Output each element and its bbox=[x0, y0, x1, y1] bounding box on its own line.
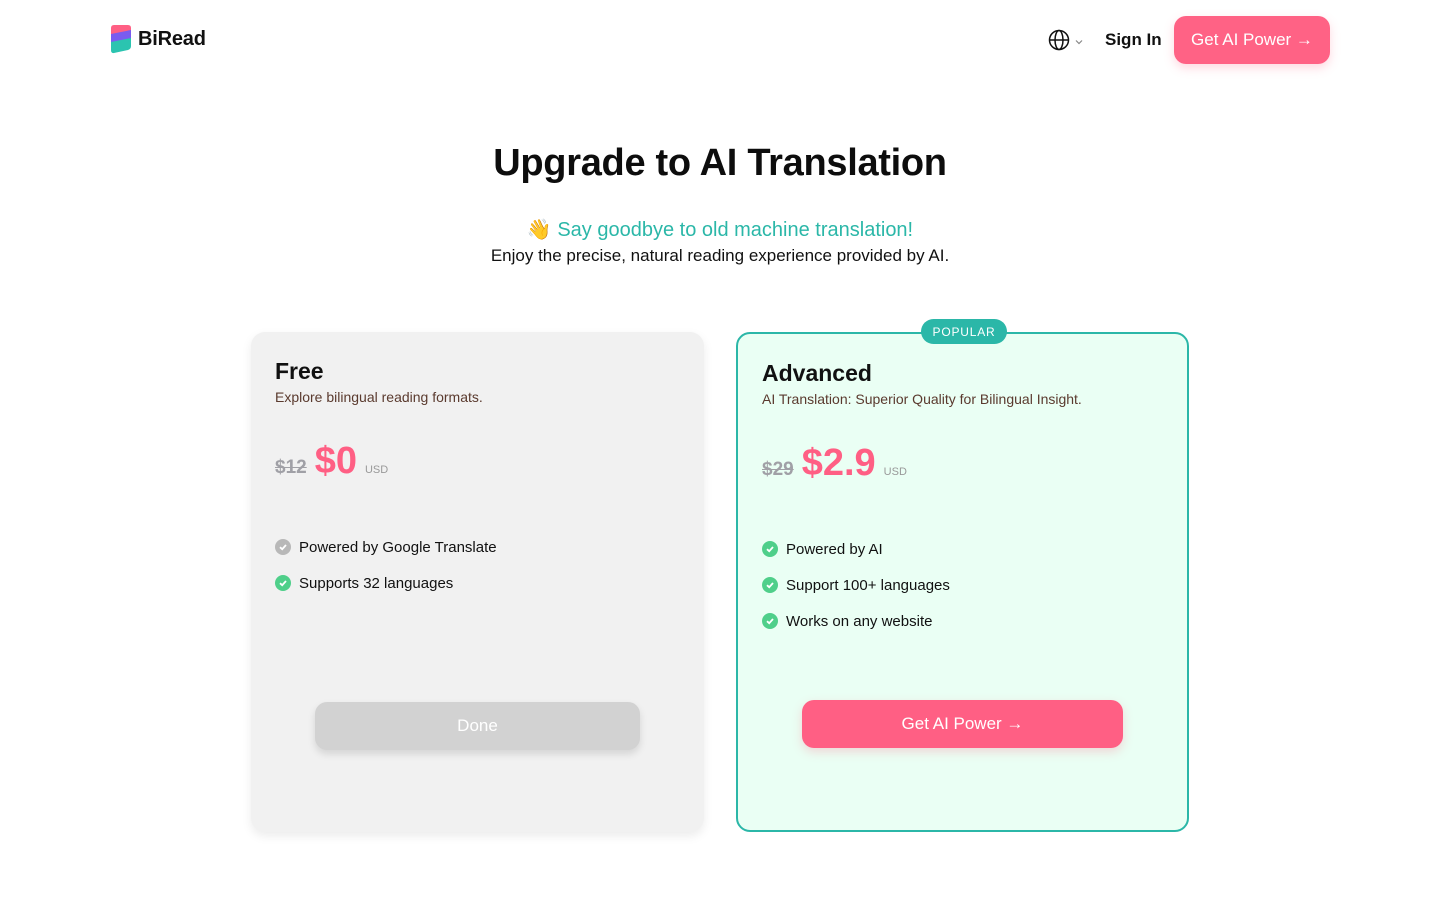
check-circle-icon bbox=[275, 539, 291, 555]
plan-name: Advanced bbox=[762, 360, 872, 386]
page-title: Upgrade to AI Translation bbox=[493, 142, 947, 184]
feature-text: Powered by AI bbox=[786, 540, 883, 558]
get-ai-power-button[interactable]: Get AI Power → bbox=[1174, 16, 1330, 64]
current-price: $2.9 bbox=[801, 442, 876, 484]
original-price: $29 bbox=[762, 459, 794, 480]
plan-tagline: AI Translation: Superior Quality for Bil… bbox=[762, 391, 1082, 407]
feature-text: Powered by Google Translate bbox=[299, 538, 497, 556]
hero-description: Enjoy the precise, natural reading exper… bbox=[490, 246, 950, 265]
price-row: $12 $0 USD bbox=[275, 440, 388, 483]
top-nav: BiRead Sign In Get AI Power → bbox=[0, 0, 1440, 80]
sign-in-link[interactable]: Sign In bbox=[1105, 30, 1162, 50]
feature-item: Powered by AI bbox=[762, 531, 950, 567]
feature-item: Powered by Google Translate bbox=[275, 529, 497, 565]
globe-icon bbox=[1048, 29, 1070, 56]
brand-logo[interactable]: BiRead bbox=[110, 24, 206, 54]
chevron-down-icon bbox=[1074, 34, 1084, 52]
plan-card-advanced: POPULAR Advanced AI Translation: Superio… bbox=[736, 319, 1189, 832]
check-circle-icon bbox=[762, 541, 778, 557]
language-selector[interactable] bbox=[1048, 29, 1084, 56]
popular-badge: POPULAR bbox=[921, 319, 1007, 344]
done-button[interactable]: Done bbox=[315, 702, 640, 750]
brand-name: BiRead bbox=[138, 27, 206, 50]
check-circle-icon bbox=[275, 575, 291, 591]
plan-tagline: Explore bilingual reading formats. bbox=[275, 389, 483, 405]
plan-name: Free bbox=[275, 358, 324, 384]
logo-icon bbox=[110, 24, 133, 54]
plan-card-free: Free Explore bilingual reading formats. … bbox=[251, 332, 704, 832]
feature-text: Support 100+ languages bbox=[786, 576, 950, 594]
check-circle-icon bbox=[762, 577, 778, 593]
currency-label: USD bbox=[364, 464, 389, 476]
original-price: $12 bbox=[275, 457, 307, 478]
feature-text: Works on any website bbox=[786, 612, 933, 630]
feature-list: Powered by AI Support 100+ languages Wor… bbox=[762, 531, 950, 639]
feature-list: Powered by Google Translate Supports 32 … bbox=[275, 529, 497, 601]
get-ai-power-plan-button[interactable]: Get AI Power → bbox=[802, 700, 1123, 748]
feature-text: Supports 32 languages bbox=[299, 574, 454, 592]
current-price: $0 bbox=[314, 440, 357, 482]
currency-label: USD bbox=[883, 466, 907, 478]
feature-item: Supports 32 languages bbox=[275, 565, 497, 601]
feature-item: Works on any website bbox=[762, 603, 950, 639]
feature-item: Support 100+ languages bbox=[762, 567, 950, 603]
price-row: $29 $2.9 USD bbox=[762, 442, 907, 485]
hero-subtitle: 👋 Say goodbye to old machine translation… bbox=[526, 219, 914, 241]
check-circle-icon bbox=[762, 613, 778, 629]
